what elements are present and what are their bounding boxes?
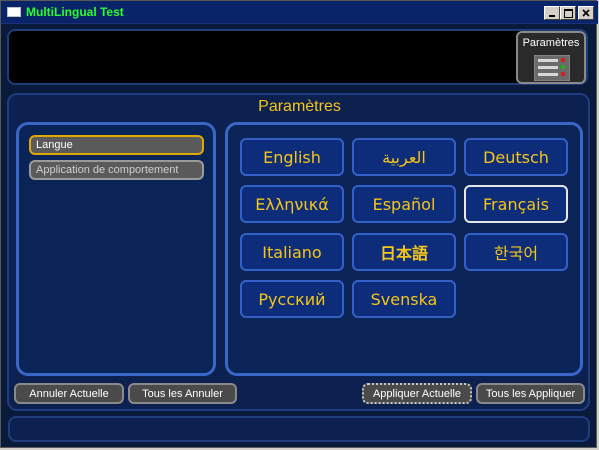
window-title: MultiLingual Test bbox=[26, 5, 124, 19]
maximize-button[interactable] bbox=[560, 6, 576, 20]
close-button[interactable] bbox=[578, 6, 594, 20]
language-button-greek[interactable]: Ελληνικά bbox=[240, 185, 344, 223]
language-button-japanese[interactable]: 日本語 bbox=[352, 233, 456, 271]
language-button-arabic[interactable]: العربية bbox=[352, 138, 456, 176]
language-button-french[interactable]: Français bbox=[464, 185, 568, 223]
language-button-russian[interactable]: Русский bbox=[240, 280, 344, 318]
status-bar bbox=[8, 416, 590, 442]
settings-panel-icon bbox=[534, 55, 570, 81]
apply-all-button[interactable]: Tous les Appliquer bbox=[476, 383, 585, 404]
language-button-italian[interactable]: Italiano bbox=[240, 233, 344, 271]
language-button-english[interactable]: English bbox=[240, 138, 344, 176]
language-button-german[interactable]: Deutsch bbox=[464, 138, 568, 176]
apply-current-button[interactable]: Appliquer Actuelle bbox=[362, 383, 472, 404]
language-button-swedish[interactable]: Svenska bbox=[352, 280, 456, 318]
minimize-icon bbox=[549, 15, 555, 17]
maximize-icon bbox=[563, 8, 573, 18]
panel-title: Paramètres bbox=[258, 98, 341, 115]
category-item-application-behavior[interactable]: Application de comportement bbox=[29, 160, 204, 180]
app-icon bbox=[7, 7, 21, 17]
cancel-current-button[interactable]: Annuler Actuelle bbox=[14, 383, 124, 404]
cancel-all-button[interactable]: Tous les Annuler bbox=[128, 383, 237, 404]
title-bar[interactable]: MultiLingual Test bbox=[1, 1, 598, 24]
language-button-korean[interactable]: 한국어 bbox=[464, 233, 568, 271]
language-button-spanish[interactable]: Español bbox=[352, 185, 456, 223]
settings-button[interactable]: Paramètres bbox=[516, 31, 586, 84]
settings-button-label: Paramètres bbox=[522, 37, 580, 49]
category-item-langue[interactable]: Langue bbox=[29, 135, 204, 155]
minimize-button[interactable] bbox=[544, 6, 560, 20]
close-icon bbox=[582, 9, 590, 17]
top-toolbar bbox=[7, 29, 588, 85]
